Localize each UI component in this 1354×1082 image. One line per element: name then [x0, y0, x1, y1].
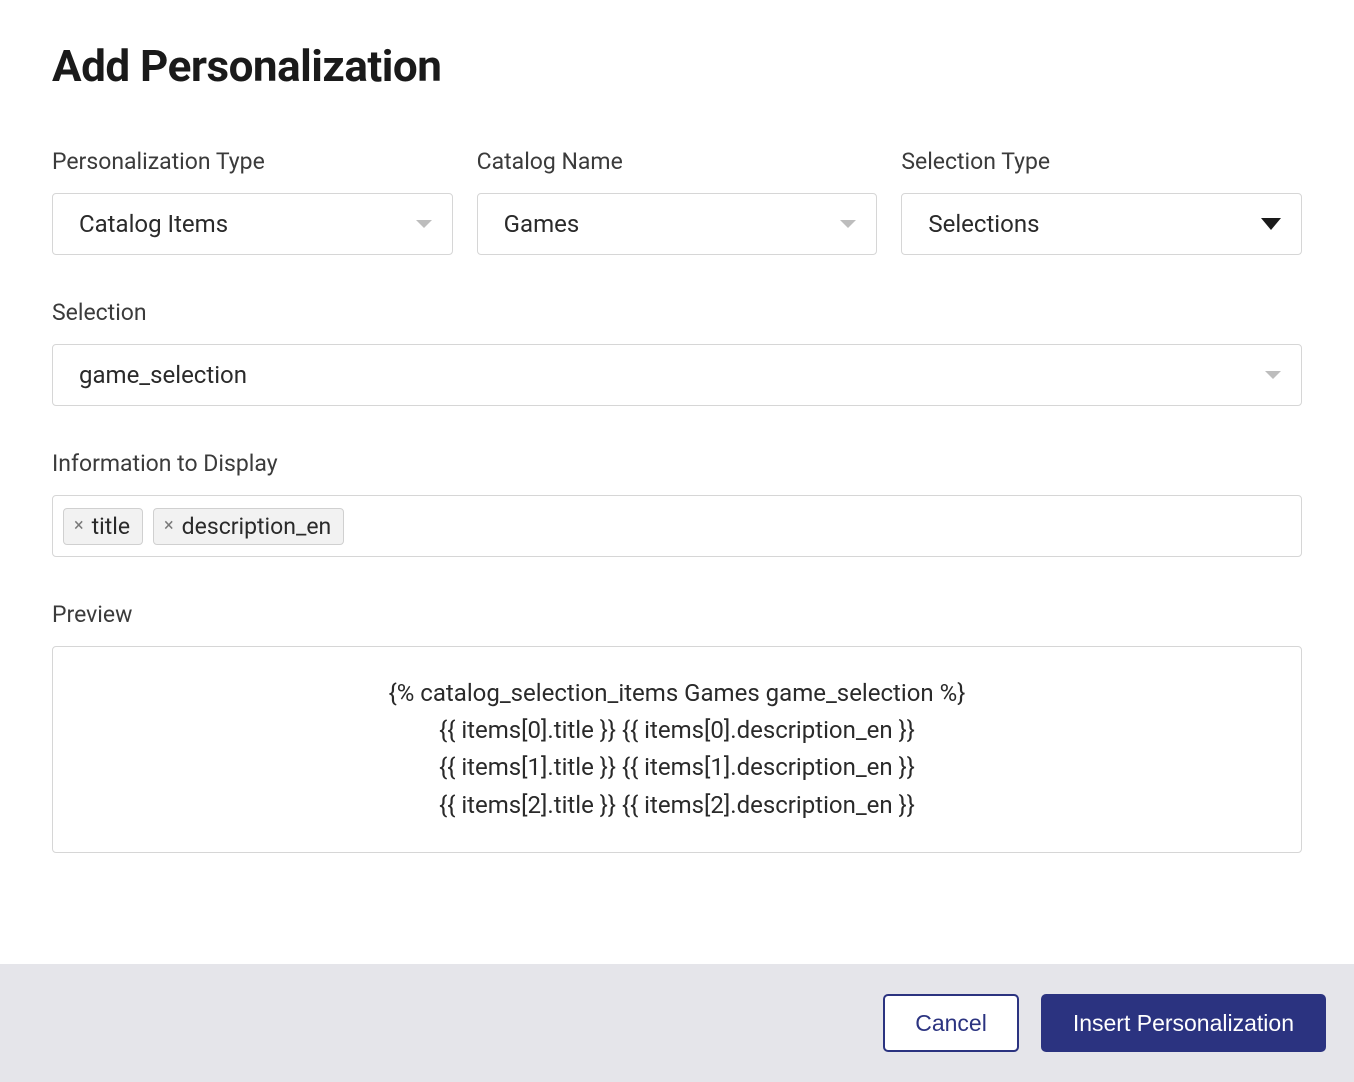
catalog-name-label: Catalog Name — [477, 148, 878, 175]
catalog-name-value: Games — [504, 210, 580, 238]
remove-tag-icon[interactable]: × — [74, 517, 84, 535]
preview-label: Preview — [52, 601, 1302, 628]
tag-description-en: × description_en — [153, 508, 344, 545]
insert-personalization-button[interactable]: Insert Personalization — [1041, 994, 1326, 1052]
personalization-type-select[interactable]: Catalog Items — [52, 193, 453, 255]
dialog-footer: Cancel Insert Personalization — [0, 964, 1354, 1082]
chevron-down-icon — [1261, 218, 1281, 230]
chevron-down-icon — [416, 220, 432, 228]
remove-tag-icon[interactable]: × — [164, 517, 174, 535]
preview-box: {% catalog_selection_items Games game_se… — [52, 646, 1302, 853]
personalization-type-label: Personalization Type — [52, 148, 453, 175]
selection-value: game_selection — [79, 361, 247, 389]
preview-line: {{ items[1].title }} {{ items[1].descrip… — [73, 749, 1281, 786]
preview-line: {% catalog_selection_items Games game_se… — [73, 675, 1281, 712]
cancel-button[interactable]: Cancel — [883, 994, 1019, 1052]
tag-label: title — [92, 513, 130, 540]
selection-type-select[interactable]: Selections — [901, 193, 1302, 255]
preview-line: {{ items[0].title }} {{ items[0].descrip… — [73, 712, 1281, 749]
chevron-down-icon — [840, 220, 856, 228]
tag-label: description_en — [182, 513, 332, 540]
selection-select[interactable]: game_selection — [52, 344, 1302, 406]
selection-label: Selection — [52, 299, 1302, 326]
catalog-name-select[interactable]: Games — [477, 193, 878, 255]
chevron-down-icon — [1265, 371, 1281, 379]
tag-title: × title — [63, 508, 143, 545]
info-to-display-input[interactable]: × title × description_en — [52, 495, 1302, 557]
selection-type-value: Selections — [928, 210, 1039, 238]
preview-line: {{ items[2].title }} {{ items[2].descrip… — [73, 787, 1281, 824]
page-title: Add Personalization — [52, 40, 1302, 92]
selection-type-label: Selection Type — [901, 148, 1302, 175]
personalization-type-value: Catalog Items — [79, 210, 228, 238]
info-to-display-label: Information to Display — [52, 450, 1302, 477]
